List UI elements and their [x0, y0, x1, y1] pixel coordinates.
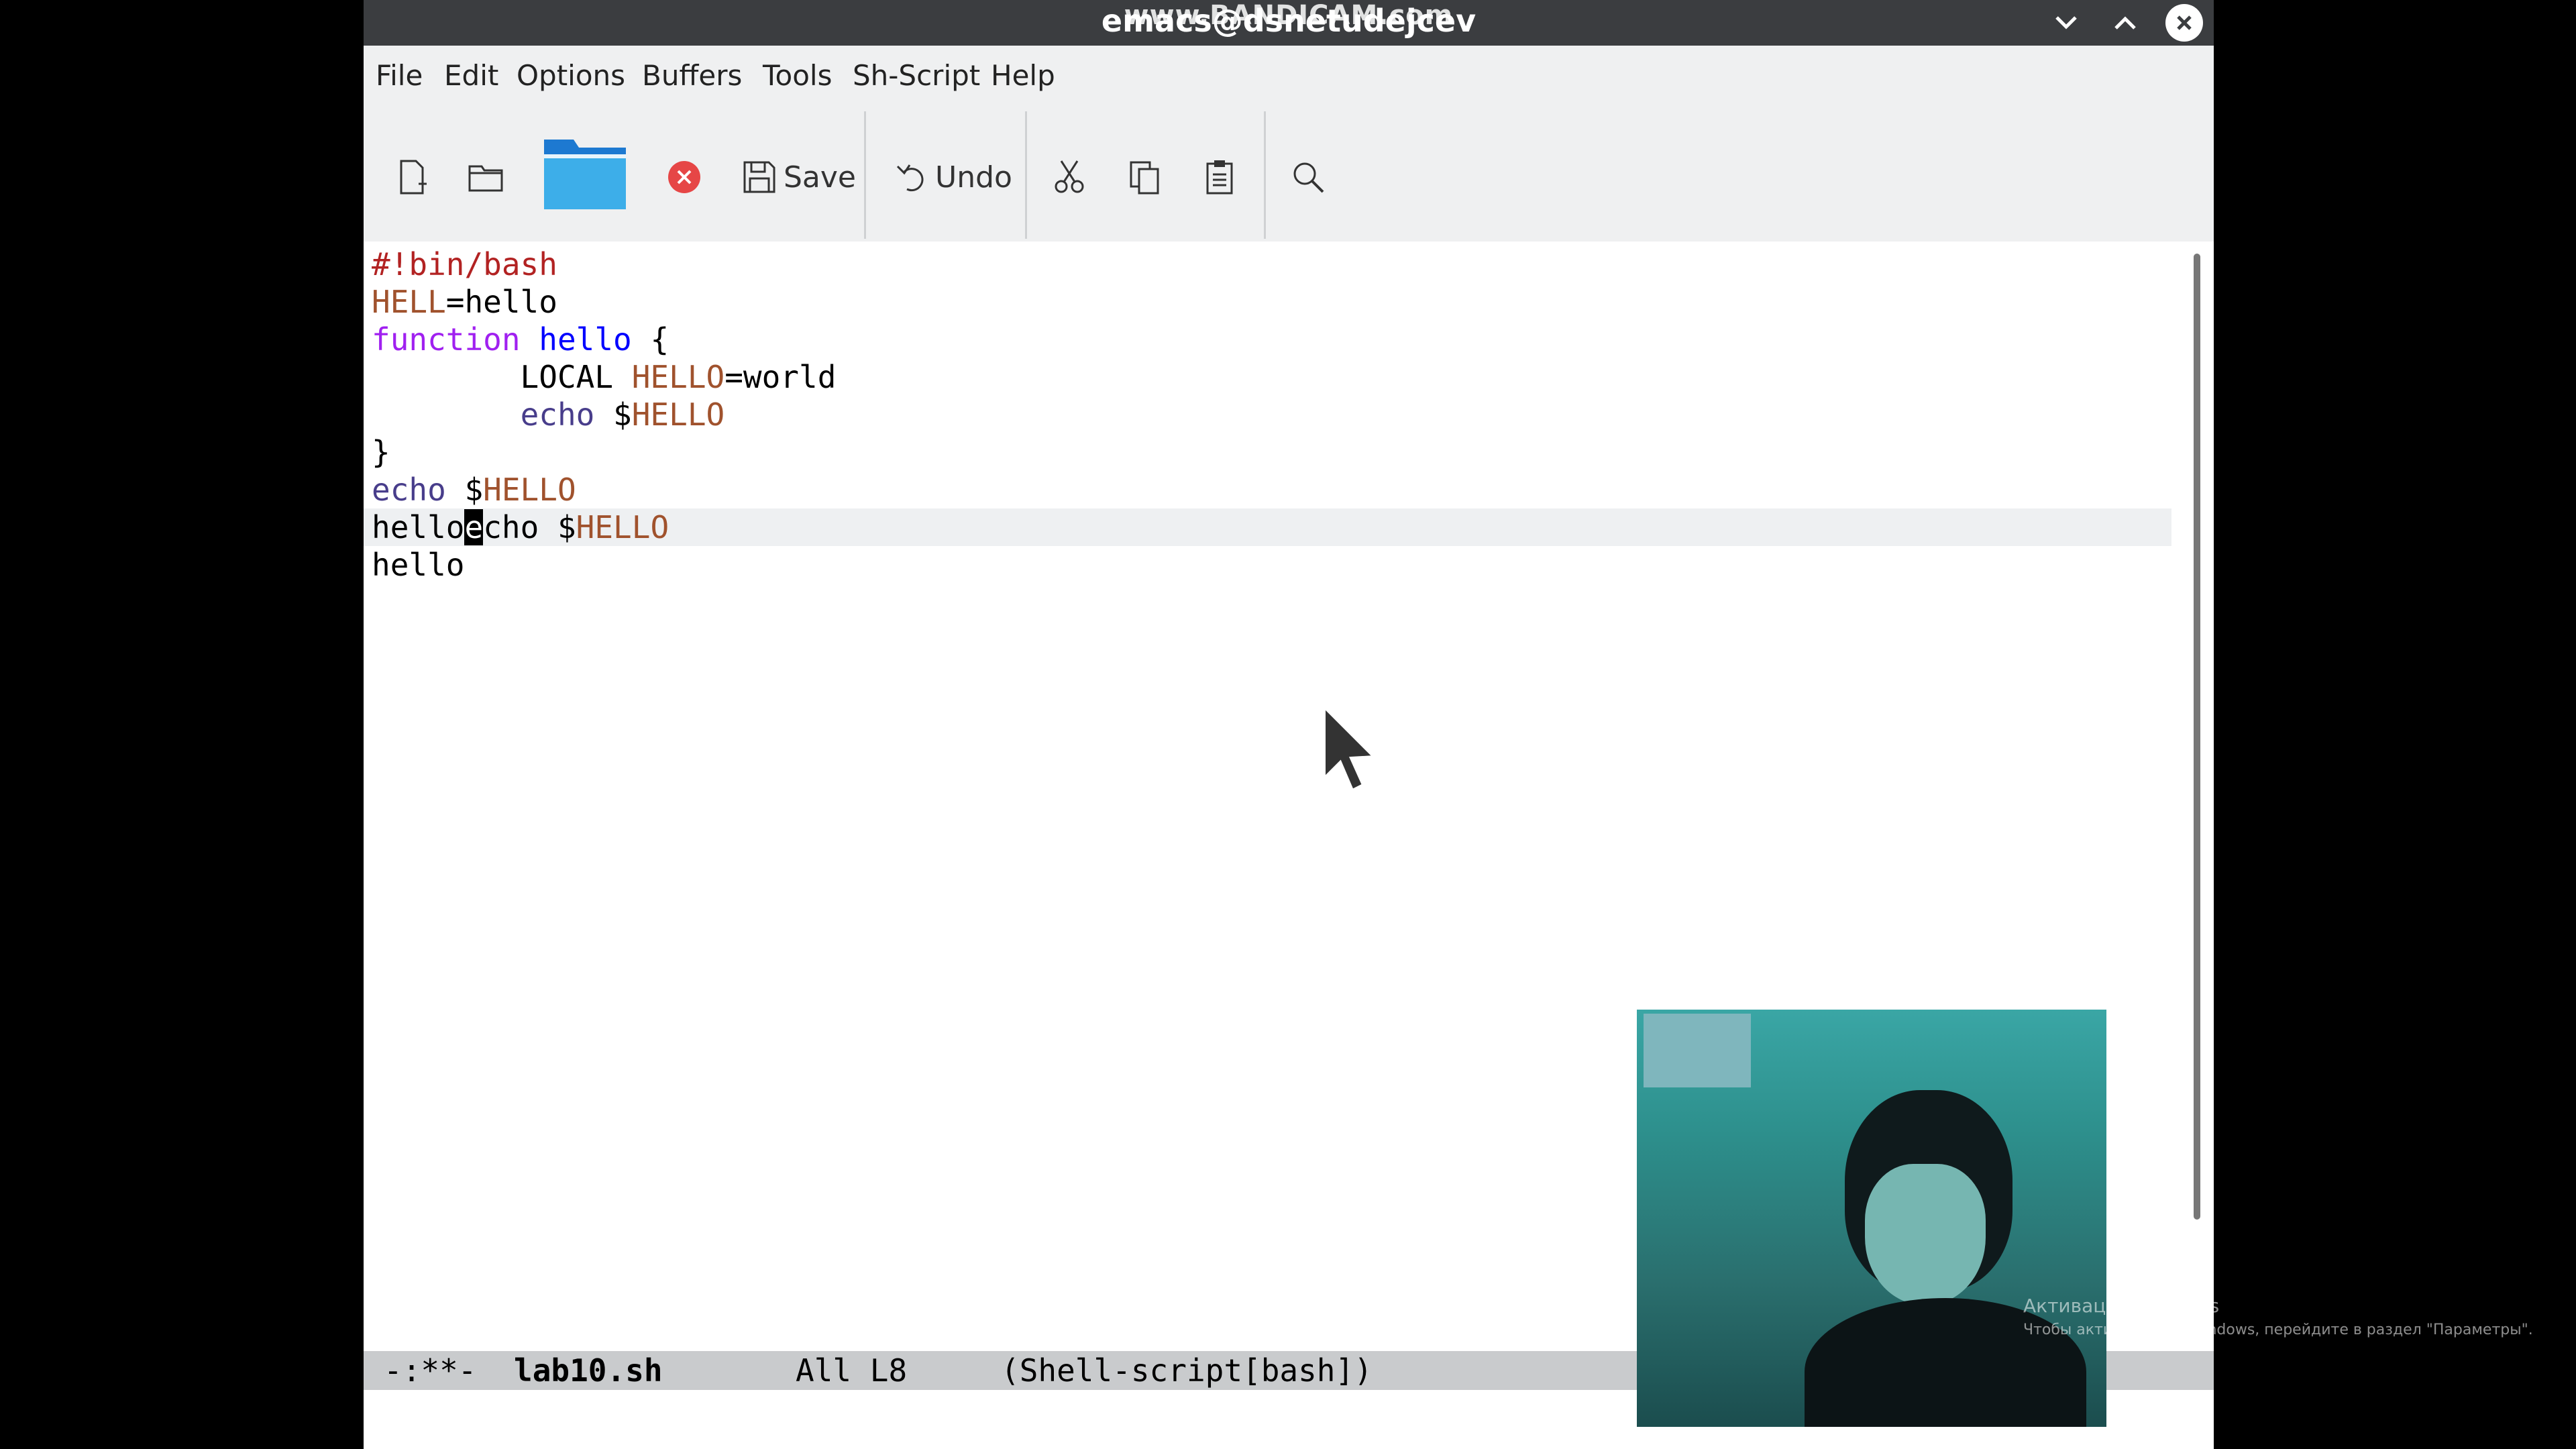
- close-buffer-button[interactable]: [664, 150, 704, 204]
- mouse-pointer-icon: [1323, 704, 1377, 792]
- code-token: {: [631, 321, 669, 358]
- close-window-button[interactable]: [2165, 4, 2203, 42]
- scissors-icon: [1055, 160, 1084, 193]
- code-token: LOCAL: [372, 359, 632, 395]
- code-line[interactable]: }: [372, 433, 390, 471]
- code-line[interactable]: #!bin/bash: [372, 246, 557, 283]
- vertical-scrollbar[interactable]: [2194, 254, 2200, 1220]
- windows-activation-title: Активация Windows: [2023, 1295, 2220, 1317]
- code-token: cho $: [483, 509, 576, 545]
- menu-tools[interactable]: Tools: [763, 59, 832, 92]
- copy-icon: [1130, 161, 1159, 195]
- undo-button[interactable]: Undo: [892, 150, 1012, 204]
- copy-button[interactable]: [1124, 150, 1165, 204]
- menu-edit[interactable]: Edit: [444, 59, 498, 92]
- close-icon: [2177, 15, 2192, 30]
- menu-buffers[interactable]: Buffers: [642, 59, 742, 92]
- cut-button[interactable]: [1049, 150, 1089, 204]
- modeline-position: All L8: [796, 1352, 908, 1389]
- blue-folder-icon: [544, 140, 626, 209]
- text-cursor: e: [464, 509, 484, 545]
- code-token: }: [372, 434, 390, 470]
- code-token: $: [445, 472, 484, 508]
- open-directory-button[interactable]: [466, 150, 506, 204]
- code-token: #!bin/bash: [372, 246, 557, 282]
- code-token: hello: [372, 509, 465, 545]
- menu-file[interactable]: File: [376, 59, 423, 92]
- toolbar-separator: [1025, 111, 1027, 239]
- modeline-status: -:**-: [384, 1352, 477, 1389]
- wall-poster: [1644, 1014, 1751, 1087]
- code-token: hello: [372, 547, 465, 583]
- minimize-button[interactable]: [2047, 4, 2085, 42]
- chevron-up-icon: [2114, 16, 2136, 30]
- search-icon: [1293, 162, 1324, 193]
- code-line[interactable]: helloecho $HELLO: [372, 508, 669, 546]
- paste-button[interactable]: [1199, 150, 1240, 204]
- close-circle-icon: [668, 161, 700, 193]
- code-line[interactable]: echo $HELLO: [372, 396, 725, 433]
- toolbar: Save Undo: [364, 107, 2214, 241]
- webcam-overlay: [1637, 1010, 2106, 1427]
- code-token: HELLO: [631, 396, 725, 433]
- search-button[interactable]: [1288, 150, 1328, 204]
- code-token: =world: [724, 359, 837, 395]
- code-token: HELLO: [631, 359, 725, 395]
- code-line[interactable]: HELL=hello: [372, 283, 557, 321]
- code-token: echo: [520, 396, 595, 433]
- bandicam-watermark: www.BANDICAM.com: [1124, 0, 1454, 31]
- person-face: [1865, 1164, 1986, 1305]
- new-file-icon: [400, 160, 427, 195]
- code-token: echo: [372, 472, 446, 508]
- code-line[interactable]: echo $HELLO: [372, 471, 576, 508]
- title-bar[interactable]: emacs@dsnetudejcev www.BANDICAM.com: [364, 0, 2214, 46]
- windows-activation-subtitle: Чтобы активировать Windows, перейдите в …: [2023, 1322, 2533, 1338]
- toolbar-separator: [864, 111, 866, 239]
- save-button[interactable]: Save: [739, 150, 856, 204]
- open-file-button[interactable]: [541, 134, 629, 215]
- menu-options[interactable]: Options: [517, 59, 625, 92]
- code-line[interactable]: LOCAL HELLO=world: [372, 358, 837, 396]
- code-token: HELLO: [576, 509, 669, 545]
- code-token: HELLO: [483, 472, 576, 508]
- code-token: hello: [539, 321, 632, 358]
- code-line[interactable]: function hello {: [372, 321, 669, 358]
- undo-icon: [896, 164, 924, 192]
- code-token: =hello: [445, 284, 557, 320]
- code-line[interactable]: hello: [372, 546, 464, 584]
- floppy-disk-icon: [743, 161, 775, 193]
- code-token: $: [594, 396, 632, 433]
- undo-label: Undo: [935, 160, 1012, 195]
- chevron-down-icon: [2055, 16, 2077, 30]
- code-token: HELL: [372, 284, 446, 320]
- maximize-button[interactable]: [2106, 4, 2144, 42]
- new-file-button[interactable]: [392, 150, 432, 204]
- folder-icon: [468, 165, 503, 192]
- modeline-buffer-name[interactable]: lab10.sh: [514, 1351, 663, 1390]
- toolbar-separator: [1264, 111, 1266, 239]
- menu-help[interactable]: Help: [991, 59, 1055, 92]
- menu-sh-script[interactable]: Sh-Script: [853, 59, 980, 92]
- save-label: Save: [784, 160, 857, 195]
- code-token: function: [372, 321, 521, 358]
- menu-bar: File Edit Options Buffers Tools Sh-Scrip…: [364, 46, 2214, 107]
- clipboard-icon: [1206, 160, 1233, 195]
- modeline-major-mode[interactable]: (Shell-script[bash]): [1001, 1351, 1373, 1390]
